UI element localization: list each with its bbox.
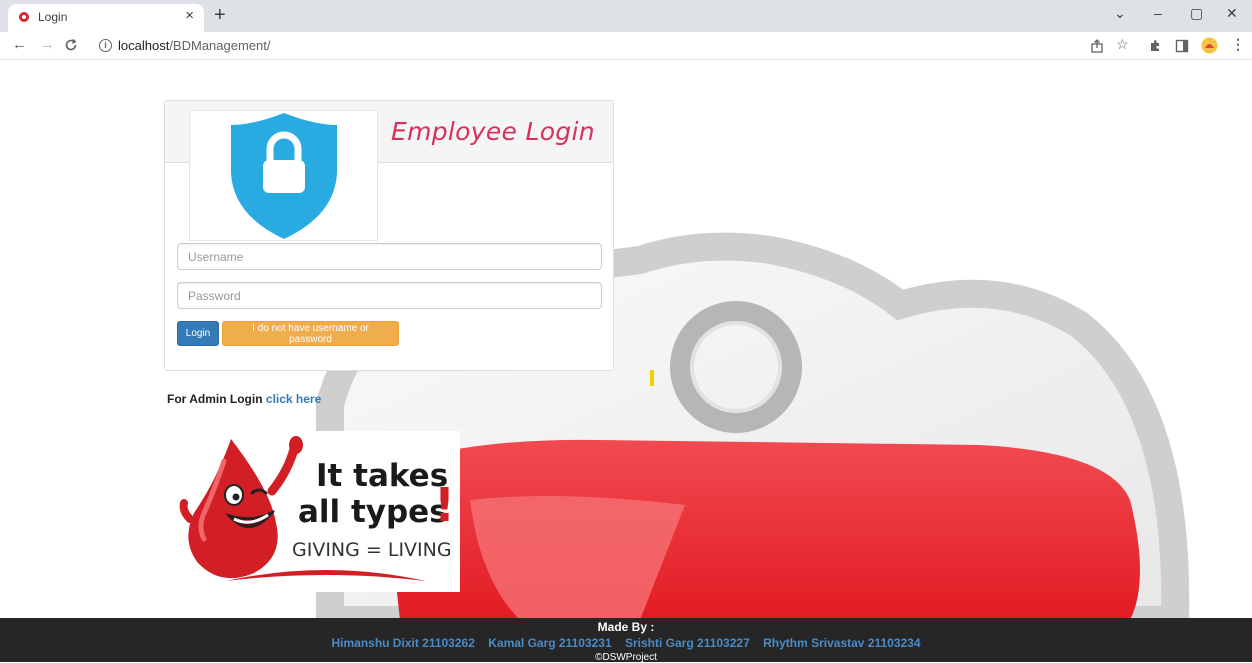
admin-login-label: For Admin Login [167,392,263,406]
site-info-icon[interactable]: i [99,39,112,52]
footer-member: Kamal Garg 21103231 [488,636,612,650]
url-path: /BDManagement/ [169,38,271,53]
menu-kebab-icon[interactable]: ⋮ [1231,36,1245,53]
tab-title: Login [38,10,68,24]
tab-search-chevron-icon[interactable]: ⌄ [1114,5,1126,22]
shield-lock-icon [231,113,337,239]
footer: Made By : Himanshu Dixit 21103262 Kamal … [0,618,1252,663]
blood-drop-mascot-icon: It takes all types ! GIVING = LIVING [179,436,455,581]
address-bar[interactable]: localhost/BDManagement/ [118,38,270,53]
promo-line1: It takes [316,458,448,494]
forward-arrow-icon[interactable]: → [40,36,55,53]
new-tab-button[interactable]: + [214,4,226,26]
footer-member: Himanshu Dixit 21103262 [331,636,475,650]
close-window-icon[interactable]: ✕ [1226,5,1238,22]
back-arrow-icon[interactable]: ← [12,36,27,53]
footer-member: Rhythm Srivastav 21103234 [763,636,921,650]
share-icon[interactable] [1090,39,1104,53]
admin-login-link[interactable]: click here [266,392,321,406]
password-input[interactable] [177,282,602,309]
admin-login-line: For Admin Login click here [167,392,321,406]
username-input[interactable] [177,243,602,270]
browser-tab-strip: Login × + ⌄ – ▢ ✕ [0,0,1252,32]
no-credentials-button[interactable]: I do not have username or password [222,321,399,346]
login-button[interactable]: Login [177,321,219,346]
extensions-icon[interactable] [1148,39,1162,53]
page-title: Employee Login [391,117,595,146]
sidepanel-icon[interactable] [1175,39,1189,53]
tab-close-icon[interactable]: × [185,7,194,24]
footer-made-by: Made By : [597,620,655,634]
footer-copyright: ©DSWProject [595,652,657,663]
blood-drop-favicon-icon [19,12,29,22]
footer-members: Himanshu Dixit 21103262 Kamal Garg 21103… [0,636,1252,650]
promo-image: It takes all types ! GIVING = LIVING [176,431,460,592]
promo-line2: all types [298,494,448,530]
minimize-window-icon[interactable]: – [1154,5,1162,21]
profile-avatar-icon[interactable] [1201,37,1218,54]
url-host: localhost [118,38,170,53]
shield-image-frame [189,110,378,241]
promo-exclaim: ! [434,478,455,532]
footer-member: Srishti Garg 21103227 [625,636,750,650]
promo-tagline: GIVING = LIVING [292,539,452,561]
reload-icon[interactable] [64,38,78,52]
restore-window-icon[interactable]: ▢ [1190,5,1203,22]
browser-toolbar: ← → i localhost/BDManagement/ ☆ ⋮ [0,32,1252,60]
login-panel: Employee Login Login I do not have usern… [164,100,614,371]
browser-tab-login[interactable]: Login × [8,4,204,32]
star-icon[interactable]: ☆ [1116,36,1129,53]
